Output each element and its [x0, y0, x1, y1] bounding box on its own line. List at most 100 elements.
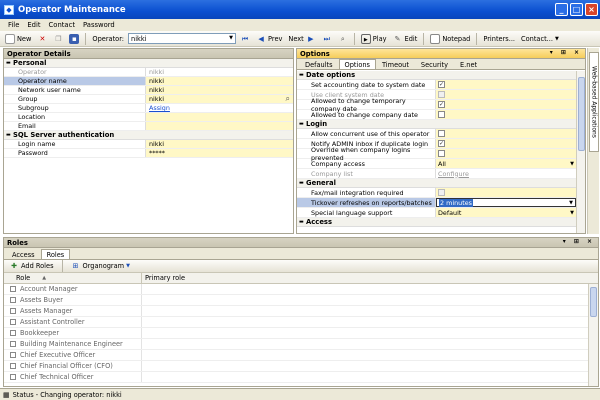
- tab-security[interactable]: Security: [415, 59, 454, 69]
- printers-button[interactable]: Printers...: [481, 32, 517, 45]
- list-item[interactable]: Account Manager: [4, 284, 598, 295]
- column-primary-role[interactable]: Primary role: [142, 274, 185, 282]
- column-role[interactable]: Role ▲: [4, 273, 142, 283]
- collapse-icon[interactable]: ▬: [299, 180, 304, 186]
- separator: [61, 260, 63, 272]
- role-cell: Account Manager: [4, 284, 142, 294]
- edit-button[interactable]: ✎ Edit: [391, 32, 420, 45]
- section-general[interactable]: ▬ General: [297, 179, 576, 188]
- next-button[interactable]: Next ▶: [286, 32, 317, 45]
- checkbox[interactable]: [438, 130, 445, 137]
- role-checkbox[interactable]: [10, 308, 16, 314]
- role-checkbox[interactable]: [10, 286, 16, 292]
- tab-enet[interactable]: E.net: [454, 59, 483, 69]
- notepad-button[interactable]: Notepad: [428, 32, 472, 45]
- chevron-down-icon[interactable]: ▼: [570, 161, 574, 167]
- configure-link[interactable]: Configure: [436, 169, 576, 178]
- email-field[interactable]: [146, 122, 293, 130]
- login-name-field[interactable]: nikki: [146, 140, 293, 148]
- list-item[interactable]: Building Maintenance Engineer: [4, 339, 598, 350]
- close-button[interactable]: ×: [585, 3, 598, 16]
- list-item[interactable]: Assets Manager: [4, 306, 598, 317]
- checkbox[interactable]: [438, 150, 445, 157]
- chevron-down-icon[interactable]: ▼: [227, 34, 235, 43]
- scrollbar-thumb[interactable]: [590, 287, 597, 317]
- role-checkbox[interactable]: [10, 352, 16, 358]
- tab-defaults[interactable]: Defaults: [299, 59, 339, 69]
- prev-button[interactable]: ◀ Prev: [254, 32, 284, 45]
- language-combo[interactable]: Default ▼: [436, 208, 576, 217]
- operator-name-field[interactable]: nikki: [146, 77, 293, 85]
- list-item[interactable]: Chief Technical Officer: [4, 372, 598, 383]
- collapse-icon[interactable]: ▬: [6, 132, 11, 138]
- field-row: Group nikki ⌕: [4, 94, 293, 104]
- tab-timeout[interactable]: Timeout: [376, 59, 415, 69]
- section-personal[interactable]: ▬ Personal: [4, 59, 293, 68]
- list-item[interactable]: Chief Financial Officer (CFO): [4, 361, 598, 372]
- menu-edit[interactable]: Edit: [27, 21, 40, 29]
- last-button[interactable]: ⏭: [320, 32, 334, 45]
- collapse-icon[interactable]: ▬: [299, 219, 304, 225]
- checkbox-checked[interactable]: ✓: [438, 81, 445, 88]
- contact-button[interactable]: Contact... ▼: [519, 32, 561, 45]
- role-checkbox[interactable]: [10, 341, 16, 347]
- role-checkbox[interactable]: [10, 374, 16, 380]
- chevron-down-icon[interactable]: ▼: [569, 200, 573, 206]
- collapse-icon[interactable]: ▬: [6, 60, 11, 66]
- password-field[interactable]: *****: [146, 149, 293, 157]
- search-icon[interactable]: ⌕: [286, 94, 290, 104]
- save-button[interactable]: ▪: [67, 32, 81, 45]
- tickover-combo[interactable]: 2 minutes ▼: [436, 198, 576, 207]
- subgroup-assign-link[interactable]: Assign: [146, 104, 293, 112]
- chevron-down-icon[interactable]: ▼: [570, 210, 574, 216]
- maximize-button[interactable]: □: [570, 3, 583, 16]
- list-item[interactable]: Bookkeeper: [4, 328, 598, 339]
- company-access-combo[interactable]: All ▼: [436, 159, 576, 168]
- location-field[interactable]: [146, 113, 293, 121]
- checkbox-checked[interactable]: ✓: [438, 140, 445, 147]
- checkbox[interactable]: [438, 111, 445, 118]
- menu-bar: File Edit Contact Password: [0, 19, 600, 31]
- group-field[interactable]: nikki ⌕: [146, 94, 293, 104]
- organogram-button[interactable]: ⊞ Organogram ▼: [69, 260, 132, 273]
- role-checkbox[interactable]: [10, 319, 16, 325]
- checkbox-checked[interactable]: ✓: [438, 101, 445, 108]
- copy-button[interactable]: ❐: [51, 32, 65, 45]
- section-sql-auth[interactable]: ▬ SQL Server authentication: [4, 131, 293, 140]
- role-checkbox[interactable]: [10, 297, 16, 303]
- new-button[interactable]: New: [3, 32, 33, 45]
- chevron-down-icon[interactable]: ▼: [126, 263, 130, 269]
- options-scrollbar[interactable]: [576, 71, 585, 233]
- panel-controls[interactable]: ▾ ⊞ ×: [563, 238, 595, 245]
- play-button[interactable]: ▶ Play: [359, 32, 389, 45]
- section-login[interactable]: ▬ Login: [297, 120, 576, 129]
- roles-list: Account Manager Assets Buyer Assets Manage…: [4, 284, 598, 383]
- role-checkbox[interactable]: [10, 363, 16, 369]
- panel-controls[interactable]: ▾ ⊞ ×: [550, 49, 582, 56]
- roles-scrollbar[interactable]: [588, 284, 598, 386]
- role-checkbox[interactable]: [10, 330, 16, 336]
- add-roles-button[interactable]: ✚ Add Roles: [7, 260, 56, 273]
- tab-access[interactable]: Access: [6, 249, 41, 259]
- role-name: Chief Technical Officer: [20, 373, 94, 381]
- menu-contact[interactable]: Contact: [49, 21, 75, 29]
- first-button[interactable]: ⏮: [238, 32, 252, 45]
- menu-password[interactable]: Password: [83, 21, 115, 29]
- web-apps-side-tab[interactable]: Web-based Applications: [589, 52, 599, 152]
- tab-options[interactable]: Options: [338, 59, 376, 69]
- tab-roles[interactable]: Roles: [40, 249, 71, 259]
- list-item[interactable]: Assets Buyer: [4, 295, 598, 306]
- list-item[interactable]: Assistant Controller: [4, 317, 598, 328]
- menu-file[interactable]: File: [8, 21, 19, 29]
- delete-button[interactable]: ✕: [35, 32, 49, 45]
- section-access[interactable]: ▬ Access: [297, 218, 576, 227]
- operator-combo[interactable]: nikki ▼: [128, 33, 237, 44]
- list-item[interactable]: Chief Executive Officer: [4, 350, 598, 361]
- minimize-button[interactable]: _: [555, 3, 568, 16]
- collapse-icon[interactable]: ▬: [299, 72, 304, 78]
- scrollbar-thumb[interactable]: [578, 77, 585, 151]
- network-user-field[interactable]: nikki: [146, 86, 293, 94]
- find-button[interactable]: ⌕: [336, 32, 350, 45]
- section-date-options[interactable]: ▬ Date options: [297, 71, 576, 80]
- collapse-icon[interactable]: ▬: [299, 121, 304, 127]
